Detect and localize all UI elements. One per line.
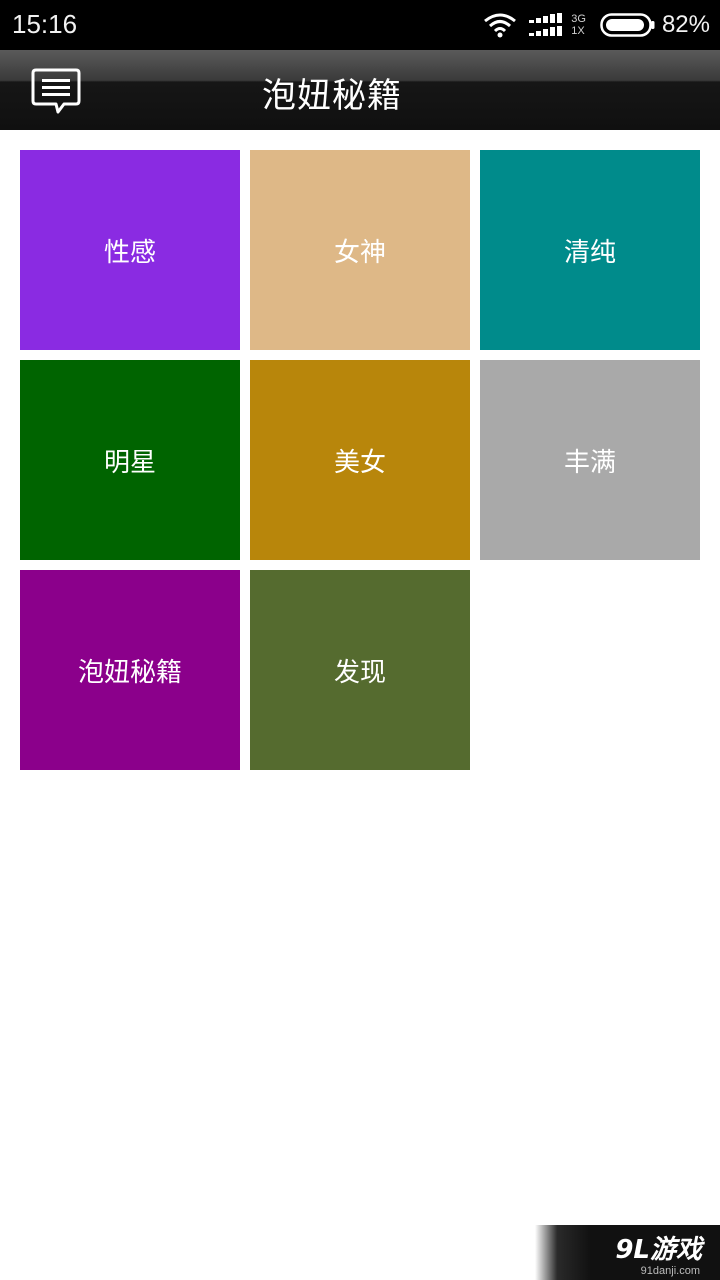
network-type-top: 3G [571,13,586,25]
battery-icon [600,13,655,37]
network-type-bottom: 1X [571,25,585,37]
watermark: 9L游戏 91danji.com [535,1225,720,1280]
network-type: 3G 1X [571,13,586,37]
tile-label: 泡妞秘籍 [77,657,182,688]
tile-goddess[interactable]: 女神 [250,150,470,350]
status-bar: 15:16 3G 1X 82% [0,0,720,50]
tile-label: 明星 [103,447,156,478]
battery-percent: 82% [661,11,710,38]
tile-discover[interactable]: 发现 [250,570,470,770]
tile-label: 女神 [333,237,386,268]
status-indicators: 3G 1X 82% [483,0,710,50]
tile-label: 美女 [333,447,386,478]
tile-label: 清纯 [563,237,616,268]
page-title: 泡妞秘籍 [262,76,402,116]
tile-tips[interactable]: 泡妞秘籍 [20,570,240,770]
tile-curvy[interactable]: 丰满 [480,360,700,560]
tile-pure[interactable]: 清纯 [480,150,700,350]
app-header: 泡妞秘籍 [0,50,720,130]
signal-icon [529,13,563,36]
tile-label: 发现 [333,657,386,688]
menu-button[interactable] [30,67,82,115]
tile-beauty[interactable]: 美女 [250,360,470,560]
watermark-logo: 9L游戏 [615,1235,702,1265]
watermark-url: 91danji.com [640,1265,700,1277]
message-list-icon [31,68,81,114]
wifi-icon [484,13,517,38]
status-time: 15:16 [12,9,78,39]
tile-label: 性感 [103,237,156,268]
tile-sexy[interactable]: 性感 [20,150,240,350]
tile-label: 丰满 [563,447,616,478]
tile-celebrity[interactable]: 明星 [20,360,240,560]
